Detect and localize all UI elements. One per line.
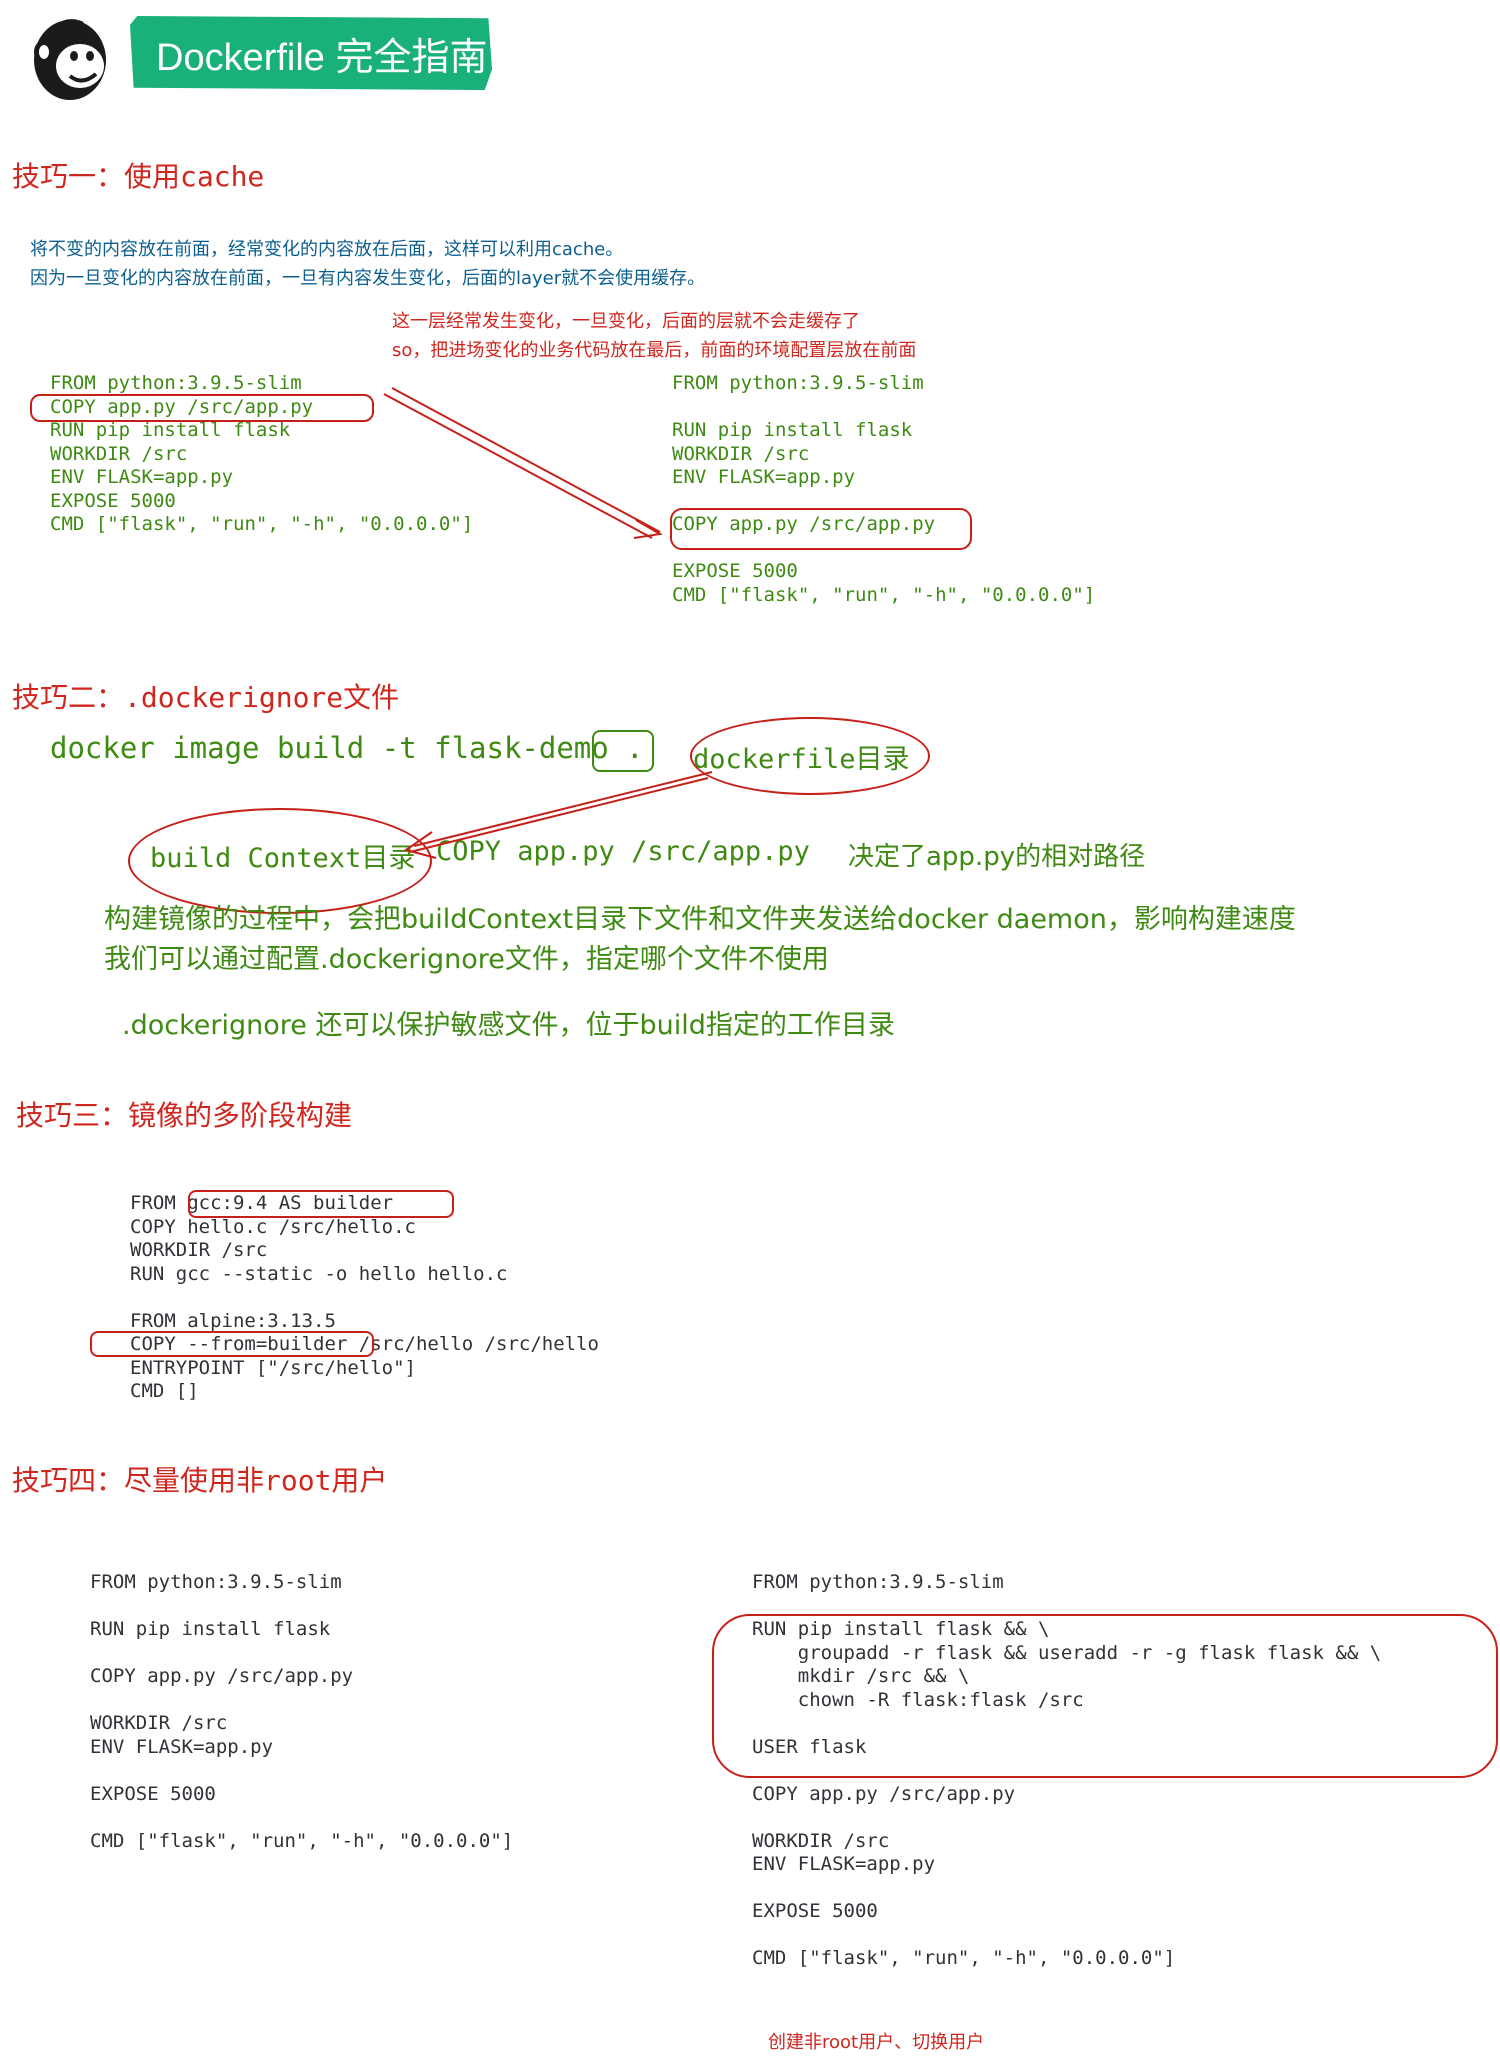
context-arrow-icon xyxy=(403,771,713,859)
annotation-arrows xyxy=(383,387,713,859)
move-copy-arrow-icon xyxy=(383,387,663,539)
